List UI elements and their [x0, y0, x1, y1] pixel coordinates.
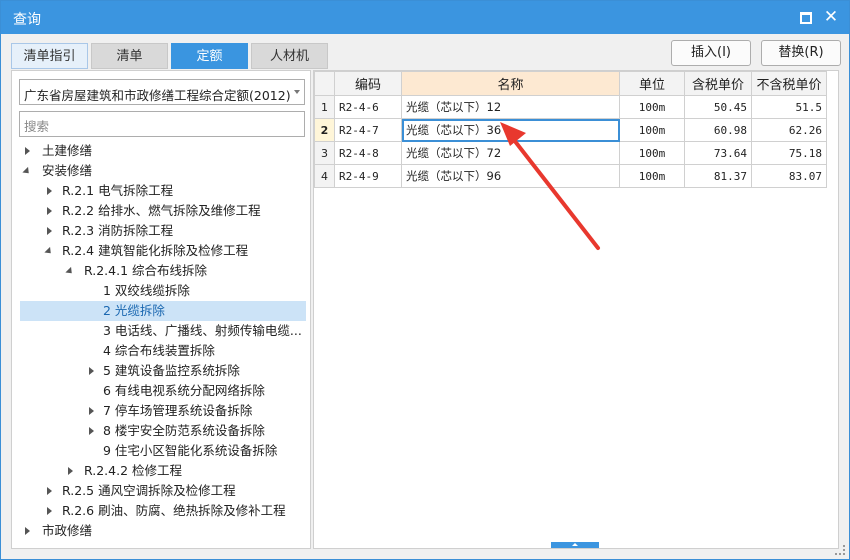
annotation-arrow-shaft	[512, 138, 600, 250]
annotation-arrow	[500, 122, 600, 250]
annotation-arrow-head	[500, 122, 526, 146]
